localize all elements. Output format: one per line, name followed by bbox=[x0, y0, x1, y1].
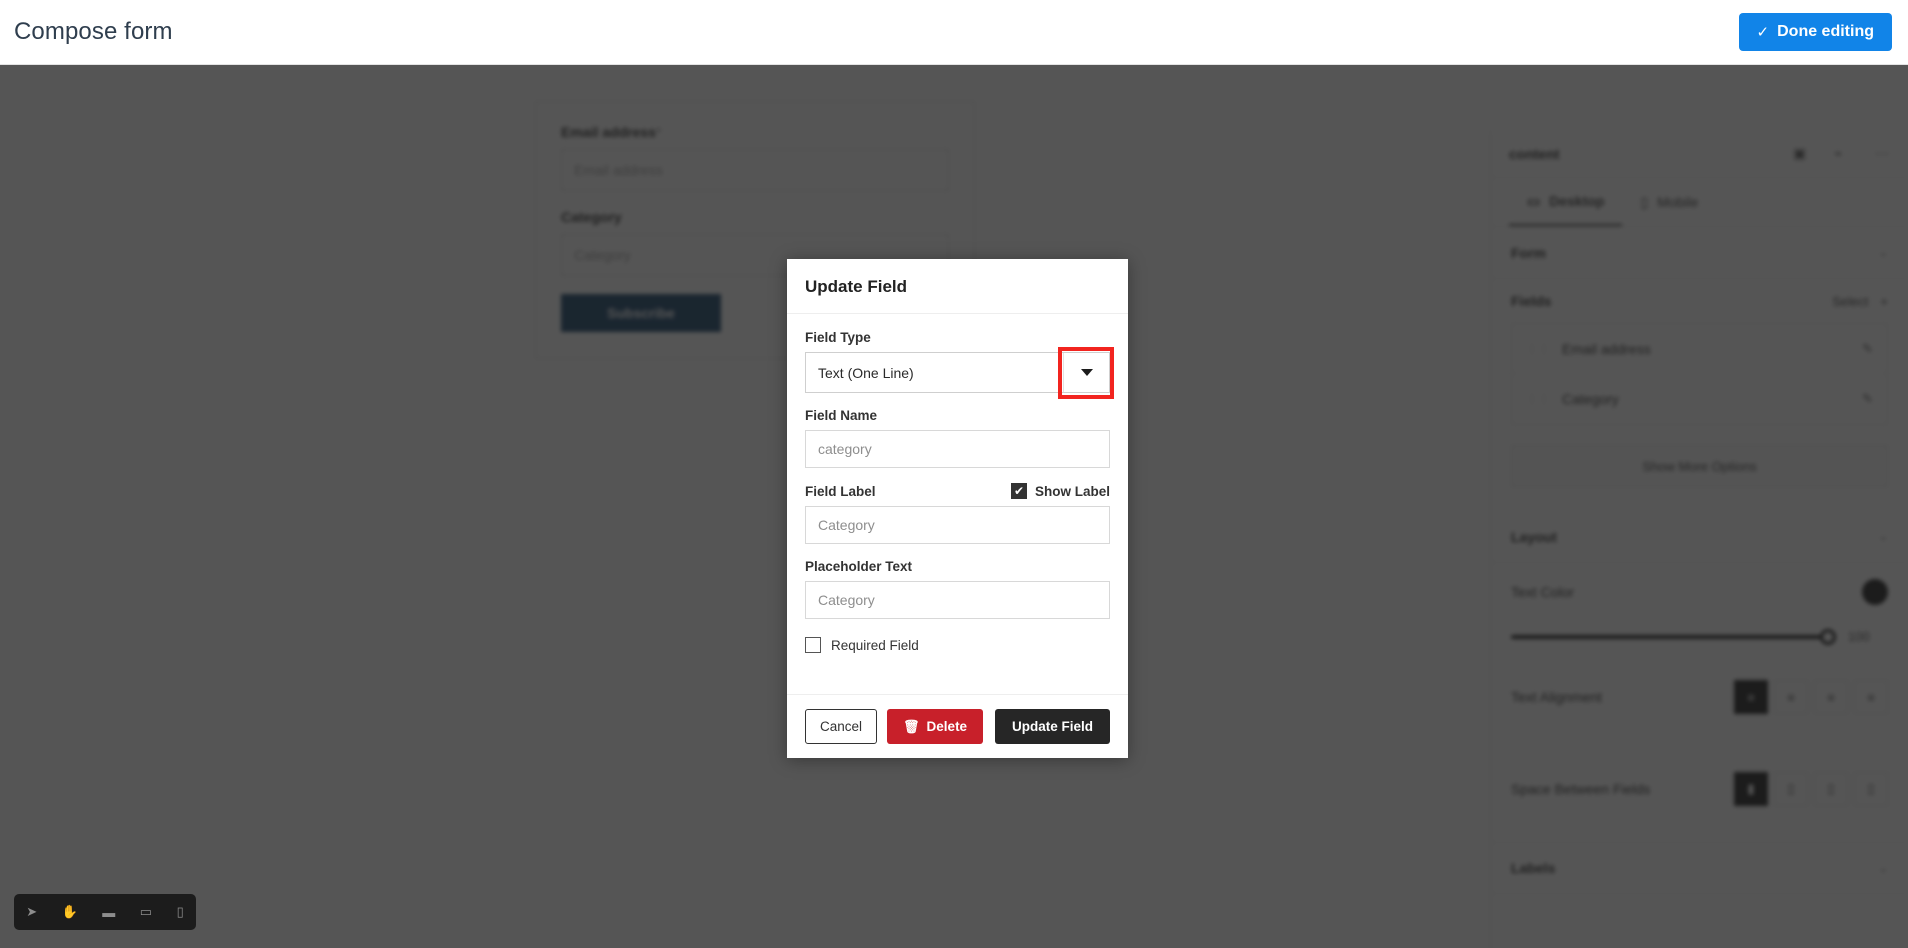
required-field-row[interactable]: Required Field bbox=[805, 637, 1110, 653]
update-field-button[interactable]: Update Field bbox=[994, 709, 1110, 744]
field-type-value: Text (One Line) bbox=[818, 364, 914, 381]
hand-icon[interactable]: ✋ bbox=[62, 904, 78, 920]
tablet-icon[interactable]: ▭ bbox=[140, 904, 152, 920]
dialog-body: Field Type Text (One Line) Field Name ca… bbox=[787, 314, 1128, 694]
field-type-dropdown-arrow-button[interactable] bbox=[1058, 347, 1114, 399]
field-type-group: Field Type Text (One Line) bbox=[805, 330, 1114, 399]
field-label-input[interactable]: Category bbox=[805, 506, 1110, 544]
required-field-checkbox[interactable] bbox=[805, 637, 821, 653]
field-label-group: Field Label ✔ Show Label Category bbox=[805, 483, 1110, 544]
required-field-label: Required Field bbox=[831, 637, 919, 653]
dialog-title: Update Field bbox=[805, 277, 908, 296]
dialog-footer: Cancel 🗑 Delete Update Field bbox=[787, 694, 1128, 758]
mobile-icon[interactable]: ▯ bbox=[177, 904, 184, 920]
check-icon: ✔ bbox=[1013, 484, 1025, 498]
device-toolbar: ➤ ✋ ▬ ▭ ▯ bbox=[14, 894, 196, 930]
show-label-text: Show Label bbox=[1034, 483, 1110, 499]
field-name-input[interactable]: category bbox=[805, 430, 1110, 468]
app-header: Compose form ✓ Done editing bbox=[0, 0, 1908, 65]
cursor-icon[interactable]: ➤ bbox=[26, 904, 37, 920]
dialog-header: Update Field bbox=[787, 259, 1128, 314]
placeholder-text-label: Placeholder Text bbox=[805, 559, 913, 574]
field-name-label: Field Name bbox=[805, 408, 878, 423]
delete-label: Delete bbox=[926, 719, 968, 734]
field-type-label: Field Type bbox=[805, 330, 871, 345]
show-label-toggle[interactable]: ✔ Show Label bbox=[1010, 483, 1110, 499]
check-icon: ✓ bbox=[1756, 23, 1770, 41]
field-type-select[interactable]: Text (One Line) bbox=[805, 347, 1114, 399]
done-editing-label: Done editing bbox=[1777, 23, 1874, 40]
show-label-checkbox[interactable]: ✔ bbox=[1010, 483, 1027, 499]
page-title: Compose form bbox=[14, 18, 173, 45]
chevron-down-icon bbox=[1080, 369, 1093, 376]
done-editing-button[interactable]: ✓ Done editing bbox=[1738, 13, 1892, 51]
cancel-button[interactable]: Cancel bbox=[805, 709, 878, 744]
trash-icon: 🗑 bbox=[903, 718, 920, 734]
desktop-icon[interactable]: ▬ bbox=[102, 905, 115, 920]
field-label-label: Field Label bbox=[805, 483, 876, 499]
delete-button[interactable]: 🗑 Delete bbox=[887, 709, 984, 744]
placeholder-text-group: Placeholder Text Category bbox=[805, 559, 1110, 619]
placeholder-text-input[interactable]: Category bbox=[805, 581, 1110, 619]
update-field-dialog: Update Field Field Type Text (One Line) … bbox=[787, 259, 1128, 758]
field-name-group: Field Name category bbox=[805, 408, 1110, 468]
